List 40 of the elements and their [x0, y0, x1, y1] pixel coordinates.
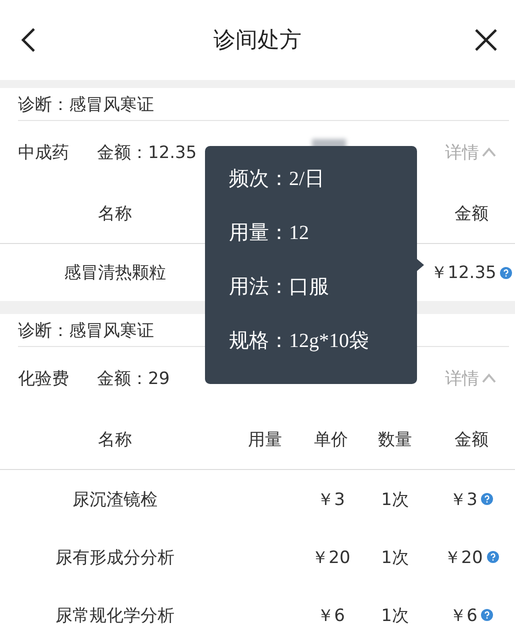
category-label: 中成药: [18, 142, 69, 164]
tooltip-text: 规格：12g*10袋: [229, 329, 370, 354]
column-header: 金额: [454, 202, 488, 224]
help-icon[interactable]: [481, 609, 494, 621]
amount-text: 金额：12.35: [97, 142, 197, 164]
table-cell-text: ￥6: [317, 604, 345, 626]
table-cell-text: 1次: [381, 488, 409, 510]
tooltip-text: 用量：12: [229, 221, 310, 246]
table-cell-text: 尿沉渣镜检: [72, 488, 158, 510]
diagnosis-text: 诊断：感冒风寒证: [18, 94, 154, 116]
column-header: 金额: [454, 428, 488, 450]
column-header: 用量: [248, 428, 282, 450]
column-header: 单价: [314, 428, 348, 450]
column-header: 名称: [98, 428, 132, 450]
chevron-icon: [481, 372, 497, 384]
table-cell-text: 1次: [381, 546, 409, 568]
table-cell-text: 感冒清热颗粒: [64, 262, 166, 284]
page-title: 诊间处方: [214, 27, 302, 55]
details-toggle[interactable]: 详情: [445, 140, 497, 164]
table-cell-text: ￥3: [317, 488, 345, 510]
tooltip-text: 频次：2/日: [229, 167, 326, 192]
amount-text: 金额：29: [97, 368, 170, 390]
category-label: 化验费: [18, 368, 69, 390]
help-icon[interactable]: [481, 493, 494, 505]
table-cell-text: ￥6: [450, 604, 478, 626]
help-icon[interactable]: [486, 551, 499, 563]
column-header: 数量: [378, 428, 412, 450]
chevron-icon: [481, 146, 497, 158]
table-cell-text: ￥20: [312, 546, 350, 568]
table-cell-text: 1次: [381, 604, 409, 626]
table-cell-text: ￥3: [450, 488, 478, 510]
table-cell-text: ￥20: [444, 546, 483, 568]
help-icon[interactable]: [500, 266, 512, 278]
table-cell-text: 尿常规化学分析: [56, 604, 174, 626]
tooltip-text: 用法：口服: [229, 275, 330, 300]
details-toggle[interactable]: 详情: [445, 366, 497, 390]
diagnosis-text: 诊断：感冒风寒证: [18, 320, 154, 342]
column-header: 名称: [98, 202, 132, 224]
table-cell-text: ￥12.35: [430, 262, 496, 284]
table-cell-text: 尿有形成分分析: [56, 546, 174, 568]
